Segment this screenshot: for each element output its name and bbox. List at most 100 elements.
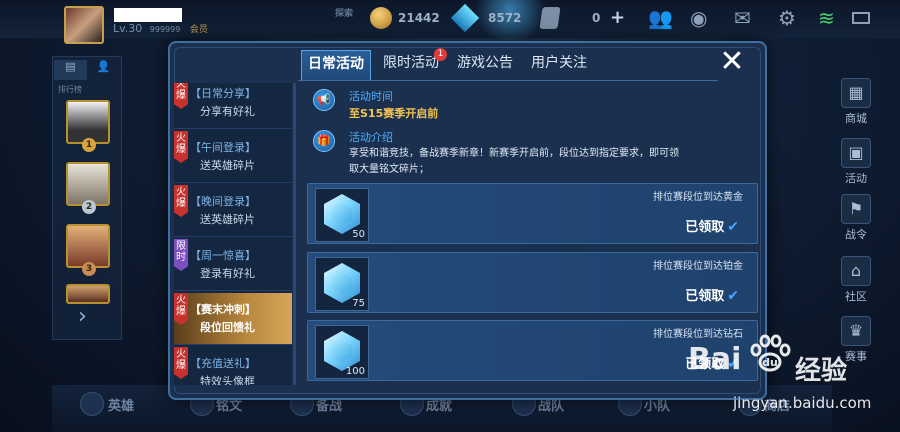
level-value: Lv.30 <box>113 22 143 35</box>
activity-intro-title: 活动介绍 <box>349 131 393 144</box>
player-avatar[interactable] <box>64 6 104 44</box>
menu-item-title: 【午间登录】 <box>190 141 256 154</box>
rank-tab[interactable]: ▤ <box>54 60 87 80</box>
menu-item-recharge-gift[interactable]: 火爆 【充值送礼】 特效头像框 <box>174 347 292 385</box>
shop-icon: ▦ <box>841 78 871 108</box>
menu-item-subtitle: 分享有好礼 <box>200 105 255 118</box>
watermark-url: jingyan.baidu.com <box>733 394 872 412</box>
activity-icon: ▣ <box>841 138 871 168</box>
reward-count: 75 <box>352 298 365 309</box>
menu-item-evening-login[interactable]: 火爆 【晚间登录】 送英雄碎片 <box>174 185 292 237</box>
menu-item-monday-surprise[interactable]: 限时 【周一惊喜】 登录有好礼 <box>174 239 292 291</box>
reward-item[interactable]: 75 <box>315 257 369 311</box>
tab-limited-activities[interactable]: 限时活动 1 <box>377 48 447 80</box>
reward-count: 50 <box>352 229 365 240</box>
hot-tag: 火爆 <box>174 347 188 379</box>
claimed-status: 已领取 ✔ <box>685 285 739 304</box>
checkmark-icon: ✔ <box>727 288 739 304</box>
reward-row-platinum: 75 排位赛段位到达铂金 已领取 ✔ <box>307 252 758 313</box>
menu-item-title: 【晚间登录】 <box>190 195 256 208</box>
player-level: Lv.30 999999 会员 <box>113 22 208 35</box>
nav-shop-label: 商城 <box>845 112 867 125</box>
voucher-icon <box>539 7 561 29</box>
tab-daily-activities[interactable]: 日常活动 <box>301 50 371 80</box>
nav-shop[interactable]: ▦ 商城 <box>826 78 886 126</box>
nav-activity-label: 活动 <box>845 172 867 185</box>
activity-dialog: 日常活动 限时活动 1 游戏公告 用户关注 ✕ 火爆 【日常分享】 分享有好礼 … <box>168 41 767 400</box>
claimed-label: 已领取 <box>685 220 725 235</box>
nav-battle-pass-label: 战令 <box>845 228 867 241</box>
menu-item-season-sprint[interactable]: 火爆 【赛末冲刺】 段位回馈礼 <box>174 293 292 345</box>
activity-menu: 火爆 【日常分享】 分享有好礼 火爆 【午间登录】 送英雄碎片 火爆 【晚间登录… <box>174 83 292 385</box>
hero-icon <box>80 392 104 416</box>
limited-tag: 限时 <box>174 239 188 271</box>
trophy-icon: ♛ <box>841 316 871 346</box>
friend-panel-tabs: ▤ 👤 <box>54 60 120 80</box>
battle-pass-icon: ⚑ <box>841 194 871 224</box>
menu-item-daily-share[interactable]: 火爆 【日常分享】 分享有好礼 <box>174 83 292 129</box>
friends-icon[interactable]: 👥 <box>648 6 673 30</box>
menu-item-title: 【赛末冲刺】 <box>190 303 256 316</box>
friend-avatar-4[interactable] <box>66 284 110 304</box>
rank-medal-2: 2 <box>82 200 96 214</box>
explore-label: 探索 <box>335 9 354 19</box>
reward-row-gold: 50 排位赛段位到达黄金 已领取 ✔ <box>307 183 758 244</box>
nav-activity[interactable]: ▣ 活动 <box>826 138 886 186</box>
activity-tabs: 日常活动 限时活动 1 游戏公告 用户关注 <box>301 48 599 80</box>
community-icon: ⌂ <box>841 256 871 286</box>
claimed-status: 已领取 ✔ <box>685 216 739 235</box>
member-label: 会员 <box>189 25 208 35</box>
tab-daily-label: 日常活动 <box>308 56 364 72</box>
menu-item-noon-login[interactable]: 火爆 【午间登录】 送英雄碎片 <box>174 131 292 183</box>
eye-icon[interactable]: ◉ <box>690 6 707 30</box>
expand-arrow-icon[interactable]: › <box>78 304 87 329</box>
reward-item[interactable]: 100 <box>315 325 369 379</box>
tab-divider <box>298 80 718 81</box>
diamond-amount: 8572 <box>488 11 522 25</box>
player-id: 999999 <box>149 25 181 34</box>
tab-limited-label: 限时活动 <box>383 55 439 71</box>
menu-item-title: 【日常分享】 <box>190 87 256 100</box>
menu-item-subtitle: 登录有好礼 <box>200 267 255 280</box>
tab-announcements[interactable]: 游戏公告 <box>451 50 519 80</box>
tab-announcements-label: 游戏公告 <box>457 55 513 71</box>
reward-count: 100 <box>345 366 365 377</box>
rank-medal-3: 3 <box>82 262 96 276</box>
tab-follow[interactable]: 用户关注 <box>525 50 593 80</box>
watermark-brand: Bai <box>688 342 742 377</box>
reward-condition: 排位赛段位到达黄金 <box>653 192 743 203</box>
reward-condition: 排位赛段位到达钻石 <box>653 329 743 340</box>
friend-tab[interactable]: 👤 <box>87 60 120 80</box>
voucher-amount: 0 <box>592 11 601 25</box>
battery-icon <box>852 12 870 24</box>
reward-item[interactable]: 50 <box>315 188 369 242</box>
hot-tag: 火爆 <box>174 293 188 325</box>
close-button[interactable]: ✕ <box>714 45 750 81</box>
megaphone-icon: 📢 <box>313 89 335 111</box>
activity-intro-text: 享受和谐竞技，备战赛季新章！新赛季开启前，段位达到指定要求，即可领取大量铭文碎片… <box>349 148 679 175</box>
nav-battle-pass[interactable]: ⚑ 战令 <box>826 194 886 242</box>
menu-item-subtitle: 送英雄碎片 <box>200 213 255 226</box>
paw-logo-icon: du <box>750 334 791 372</box>
settings-gear-icon[interactable]: ⚙ <box>778 6 796 30</box>
mail-icon[interactable]: ✉ <box>734 6 751 30</box>
nav-community-label: 社区 <box>845 290 867 303</box>
menu-scrollbar[interactable] <box>293 83 296 385</box>
hot-tag: 火爆 <box>174 83 188 109</box>
svg-text:du: du <box>762 356 778 369</box>
activity-time-title: 活动时间 <box>349 90 393 103</box>
reward-condition: 排位赛段位到达铂金 <box>653 261 743 272</box>
gold-amount: 21442 <box>398 11 440 25</box>
notification-badge: 1 <box>434 48 447 61</box>
player-name-redacted <box>114 8 182 22</box>
recharge-plus-icon[interactable]: + <box>610 7 625 28</box>
menu-item-subtitle: 送英雄碎片 <box>200 159 255 172</box>
claimed-label: 已领取 <box>685 289 725 304</box>
menu-item-title: 【周一惊喜】 <box>190 249 256 262</box>
menu-item-subtitle: 段位回馈礼 <box>200 321 255 334</box>
menu-item-subtitle: 特效头像框 <box>200 375 255 385</box>
nav-community[interactable]: ⌂ 社区 <box>826 256 886 304</box>
menu-item-title: 【充值送礼】 <box>190 357 256 370</box>
rank-medal-1: 1 <box>82 138 96 152</box>
bottom-nav-heroes[interactable]: 英雄 <box>108 395 134 414</box>
